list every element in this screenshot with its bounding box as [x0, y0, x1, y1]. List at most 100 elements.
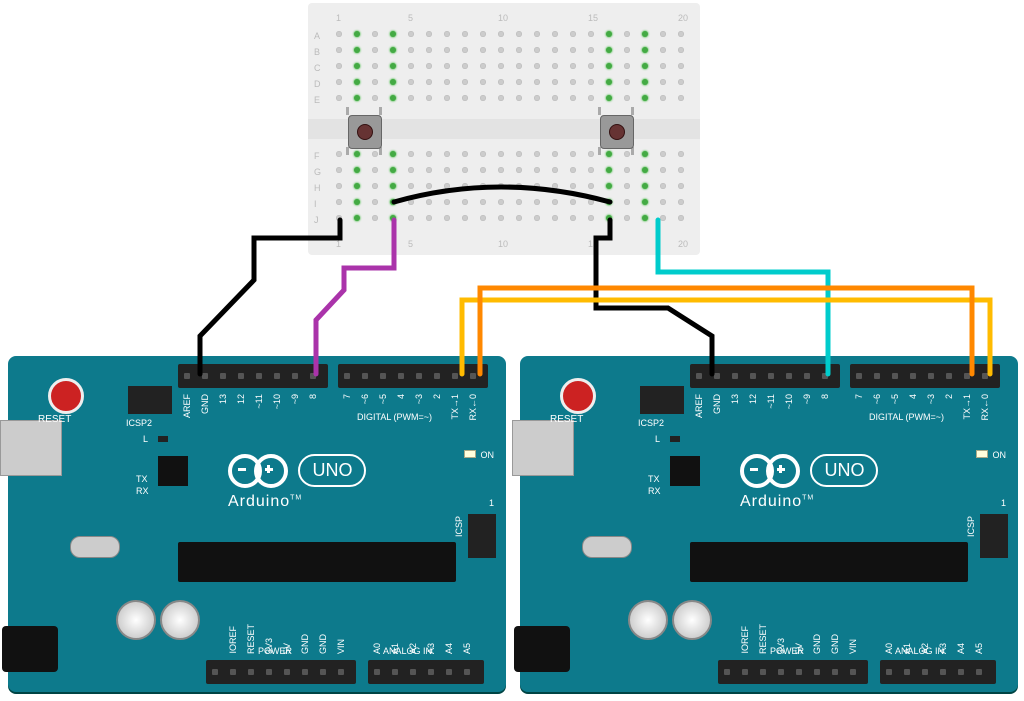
pin-VIN[interactable]	[338, 669, 344, 675]
bb-hole[interactable]	[480, 79, 486, 85]
pin-A1[interactable]	[392, 669, 398, 675]
bb-hole[interactable]	[426, 79, 432, 85]
bb-hole[interactable]	[426, 63, 432, 69]
bb-hole[interactable]	[426, 31, 432, 37]
pin-TX→1[interactable]	[452, 373, 458, 379]
pin-2[interactable]	[434, 373, 440, 379]
icsp-header[interactable]	[468, 514, 496, 558]
bb-hole[interactable]	[570, 31, 576, 37]
bb-hole[interactable]	[372, 79, 378, 85]
bb-hole[interactable]	[624, 199, 630, 205]
bb-hole[interactable]	[372, 199, 378, 205]
bb-hole[interactable]	[444, 63, 450, 69]
pin-A4[interactable]	[958, 669, 964, 675]
pin-13[interactable]	[220, 373, 226, 379]
pin-A0[interactable]	[886, 669, 892, 675]
bb-hole[interactable]	[426, 183, 432, 189]
power-header[interactable]	[718, 660, 868, 684]
pin-RESET[interactable]	[760, 669, 766, 675]
bb-hole[interactable]	[570, 63, 576, 69]
bb-hole[interactable]	[498, 183, 504, 189]
pin-GND[interactable]	[302, 669, 308, 675]
bb-hole[interactable]	[588, 47, 594, 53]
bb-hole[interactable]	[336, 151, 342, 157]
bb-hole[interactable]	[570, 95, 576, 101]
pin-TX→1[interactable]	[964, 373, 970, 379]
pin-~10[interactable]	[786, 373, 792, 379]
bb-hole[interactable]	[480, 151, 486, 157]
bb-hole[interactable]	[660, 167, 666, 173]
bb-hole[interactable]	[642, 63, 648, 69]
pin-4[interactable]	[398, 373, 404, 379]
pin-GND[interactable]	[202, 373, 208, 379]
bb-hole[interactable]	[444, 31, 450, 37]
pin-12[interactable]	[750, 373, 756, 379]
bb-hole[interactable]	[624, 167, 630, 173]
bb-hole[interactable]	[660, 151, 666, 157]
bb-hole[interactable]	[354, 215, 360, 221]
bb-hole[interactable]	[570, 151, 576, 157]
pin-~9[interactable]	[292, 373, 298, 379]
icsp2-header[interactable]	[128, 386, 172, 414]
bb-hole[interactable]	[426, 95, 432, 101]
pin-~10[interactable]	[274, 373, 280, 379]
bb-hole[interactable]	[336, 47, 342, 53]
bb-hole[interactable]	[534, 31, 540, 37]
bb-hole[interactable]	[642, 199, 648, 205]
bb-hole[interactable]	[552, 167, 558, 173]
pin-A5[interactable]	[464, 669, 470, 675]
bb-hole[interactable]	[408, 63, 414, 69]
power-jack[interactable]	[514, 626, 570, 672]
icsp2-header[interactable]	[640, 386, 684, 414]
bb-hole[interactable]	[606, 95, 612, 101]
bb-hole[interactable]	[372, 95, 378, 101]
bb-hole[interactable]	[588, 183, 594, 189]
pin-A3[interactable]	[940, 669, 946, 675]
bb-hole[interactable]	[426, 215, 432, 221]
bb-hole[interactable]	[534, 151, 540, 157]
pin-3V3[interactable]	[266, 669, 272, 675]
bb-hole[interactable]	[642, 47, 648, 53]
pin-~5[interactable]	[892, 373, 898, 379]
bb-hole[interactable]	[426, 167, 432, 173]
bb-hole[interactable]	[678, 183, 684, 189]
digital-header-left[interactable]	[178, 364, 328, 388]
pin-5V[interactable]	[284, 669, 290, 675]
bb-hole[interactable]	[498, 151, 504, 157]
bb-hole[interactable]	[516, 95, 522, 101]
bb-hole[interactable]	[660, 95, 666, 101]
bb-hole[interactable]	[444, 151, 450, 157]
bb-hole[interactable]	[444, 79, 450, 85]
pin-AREF[interactable]	[696, 373, 702, 379]
bb-hole[interactable]	[624, 31, 630, 37]
pin-A5[interactable]	[976, 669, 982, 675]
bb-hole[interactable]	[336, 63, 342, 69]
bb-hole[interactable]	[390, 95, 396, 101]
bb-hole[interactable]	[408, 95, 414, 101]
bb-hole[interactable]	[444, 47, 450, 53]
bb-hole[interactable]	[336, 183, 342, 189]
bb-hole[interactable]	[624, 63, 630, 69]
pin-A4[interactable]	[446, 669, 452, 675]
bb-hole[interactable]	[462, 79, 468, 85]
bb-hole[interactable]	[552, 95, 558, 101]
bb-hole[interactable]	[498, 63, 504, 69]
bb-hole[interactable]	[480, 167, 486, 173]
bb-hole[interactable]	[354, 199, 360, 205]
pin-A1[interactable]	[904, 669, 910, 675]
pin-13[interactable]	[732, 373, 738, 379]
bb-hole[interactable]	[354, 167, 360, 173]
bb-hole[interactable]	[588, 215, 594, 221]
bb-hole[interactable]	[390, 47, 396, 53]
pin-A0[interactable]	[374, 669, 380, 675]
bb-hole[interactable]	[390, 63, 396, 69]
bb-hole[interactable]	[606, 215, 612, 221]
bb-hole[interactable]	[354, 79, 360, 85]
bb-hole[interactable]	[516, 215, 522, 221]
bb-hole[interactable]	[444, 167, 450, 173]
bb-hole[interactable]	[516, 151, 522, 157]
bb-hole[interactable]	[372, 47, 378, 53]
pin-~11[interactable]	[256, 373, 262, 379]
bb-hole[interactable]	[426, 151, 432, 157]
bb-hole[interactable]	[624, 183, 630, 189]
